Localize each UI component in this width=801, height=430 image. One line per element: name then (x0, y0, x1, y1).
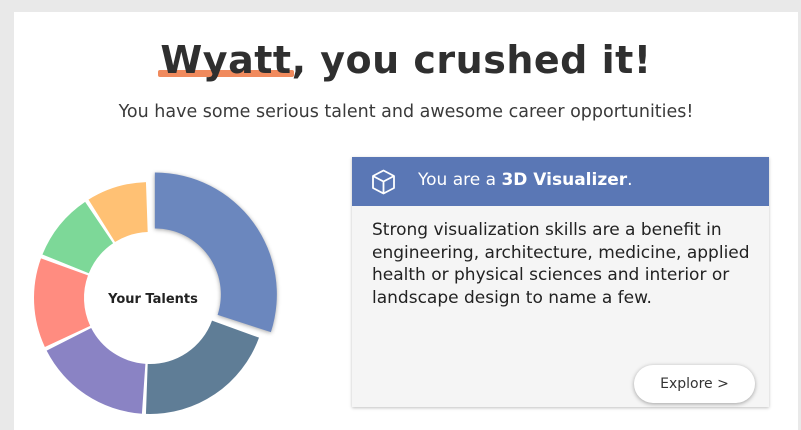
talent-header: You are a 3D Visualizer. (352, 157, 769, 206)
donut-center-label: Your Talents (107, 292, 198, 307)
talent-prefix: You are a (418, 170, 502, 190)
explore-button[interactable]: Explore > (634, 365, 755, 403)
donut-segment[interactable] (46, 327, 146, 414)
talent-suffix: . (627, 170, 633, 190)
talent-panel: You are a 3D Visualizer. Strong visualiz… (352, 157, 769, 407)
donut-segment[interactable] (145, 320, 260, 414)
cube-icon (372, 169, 395, 195)
donut-segment[interactable] (154, 172, 277, 333)
talent-description: Strong visualization skills are a benefi… (372, 220, 750, 308)
talent-name: 3D Visualizer (501, 170, 628, 190)
user-name: Wyatt (158, 38, 294, 82)
talent-title: You are a 3D Visualizer. (418, 170, 633, 190)
